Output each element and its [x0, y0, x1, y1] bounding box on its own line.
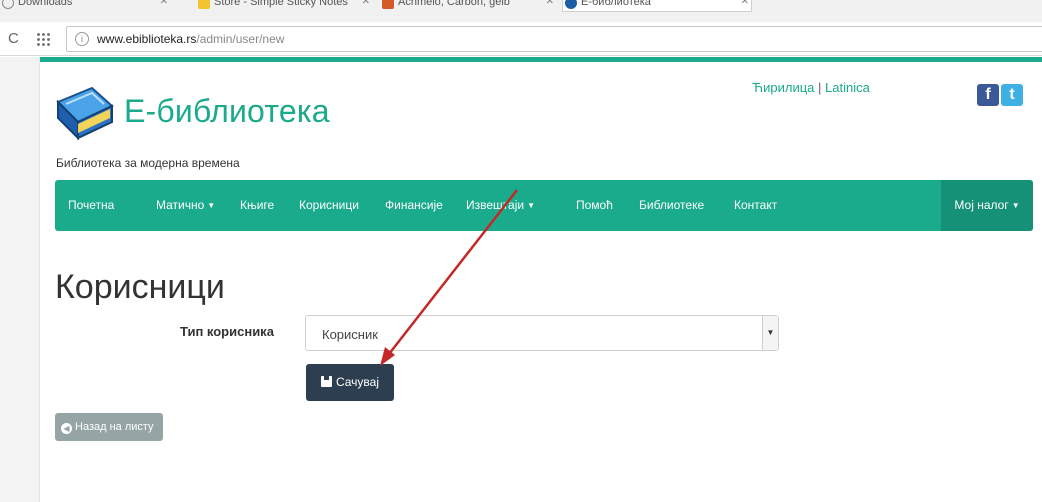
- browser-tab-sticky-notes[interactable]: Store - Simple Sticky Notes ✕: [196, 0, 372, 12]
- nav-label: Финансије: [385, 198, 443, 212]
- save-button-label: Сачувај: [335, 375, 380, 389]
- circle-arrow-left-icon: ◀: [61, 423, 72, 434]
- page-left-gutter: [0, 57, 40, 502]
- book-logo-icon: [56, 86, 114, 141]
- save-button[interactable]: Сачувај: [306, 364, 394, 401]
- url-host: www.ebiblioteka.rs: [97, 32, 197, 46]
- nav-item-home[interactable]: Почетна: [68, 180, 114, 231]
- nav-item-register[interactable]: Матично ▼: [156, 180, 215, 231]
- user-type-selected-value: Корисник: [322, 327, 378, 342]
- tab-label: Downloads: [18, 0, 73, 8]
- floppy-disk-icon: [320, 376, 332, 387]
- url-path: /admin/user/new: [196, 32, 285, 46]
- close-icon[interactable]: ✕: [362, 0, 370, 12]
- nav-item-reports[interactable]: Извештаји ▼: [466, 180, 535, 231]
- back-to-list-button[interactable]: ◀ Назад на листу: [55, 413, 163, 441]
- tab-label: Е-библиотека: [581, 0, 651, 8]
- close-icon[interactable]: ✕: [160, 0, 168, 12]
- nav-my-account[interactable]: Мој налог ▼: [941, 180, 1033, 231]
- nav-label: Корисници: [299, 198, 359, 212]
- nav-label: Контакт: [734, 198, 778, 212]
- facebook-icon[interactable]: f: [977, 84, 999, 106]
- site-tagline: Библиотека за модерна времена: [56, 156, 240, 170]
- lang-separator: |: [818, 80, 822, 95]
- site-title[interactable]: Е-библиотека: [124, 93, 330, 130]
- back-button-label: Назад на листу: [75, 421, 154, 433]
- page-title: Корисници: [55, 268, 225, 306]
- site-favicon-icon: [565, 0, 577, 9]
- url-text: www.ebiblioteka.rs/admin/user/new: [97, 32, 284, 46]
- nav-label: Почетна: [68, 198, 115, 212]
- lang-cyrillic-link[interactable]: Ћирилица: [752, 80, 814, 95]
- close-icon[interactable]: ✕: [741, 0, 749, 11]
- nav-label: Књиге: [240, 198, 275, 212]
- shop-icon: [382, 0, 394, 9]
- caret-down-icon: ▼: [527, 201, 535, 210]
- user-type-label: Тип корисника: [180, 324, 274, 339]
- browser-tab-downloads[interactable]: Downloads ✕: [0, 0, 170, 12]
- apps-grid-icon[interactable]: [36, 32, 50, 46]
- browser-address-bar: C i www.ebiblioteka.rs/admin/user/new: [0, 22, 1042, 56]
- nav-label: Помоћ: [576, 198, 613, 212]
- browser-tab-ebiblioteka[interactable]: Е-библиотека ✕: [562, 0, 752, 12]
- nav-item-libraries[interactable]: Библиотеке: [639, 180, 704, 231]
- main-navbar: Почетна Матично ▼ Књиге Корисници Финанси…: [55, 180, 1033, 231]
- tab-label: Store - Simple Sticky Notes: [214, 0, 348, 8]
- browser-tabstrip: Downloads ✕ Store - Simple Sticky Notes …: [0, 0, 1042, 22]
- nav-item-finance[interactable]: Финансије: [385, 180, 443, 231]
- caret-down-icon: ▼: [207, 201, 216, 210]
- nav-label: Мој налог: [954, 198, 1009, 212]
- downloads-icon: [2, 0, 14, 9]
- select-dropdown-arrow-icon[interactable]: ▼: [762, 316, 778, 350]
- nav-label: Матично: [156, 198, 205, 212]
- twitter-icon[interactable]: t: [1001, 84, 1023, 106]
- nav-label: Библиотеке: [639, 198, 705, 212]
- browser-tab-shop[interactable]: Achmelo, Carbon, gelb ✕: [380, 0, 556, 12]
- sticky-note-icon: [198, 0, 210, 9]
- nav-item-contact[interactable]: Контакт: [734, 180, 777, 231]
- page-info-icon[interactable]: i: [75, 32, 89, 46]
- user-type-select[interactable]: Корисник ▼: [305, 315, 779, 351]
- nav-item-help[interactable]: Помоћ: [576, 180, 613, 231]
- close-icon[interactable]: ✕: [546, 0, 554, 12]
- nav-item-users[interactable]: Корисници: [299, 180, 359, 231]
- lang-latin-link[interactable]: Latinica: [825, 80, 870, 95]
- caret-down-icon: ▼: [1011, 201, 1020, 210]
- tab-label: Achmelo, Carbon, gelb: [398, 0, 510, 8]
- nav-label: Извештаји: [466, 198, 525, 212]
- reload-icon[interactable]: C: [8, 30, 19, 47]
- language-switcher: Ћирилица | Latinica: [752, 80, 870, 95]
- top-accent-bar: [40, 57, 1042, 62]
- url-input[interactable]: i www.ebiblioteka.rs/admin/user/new: [66, 26, 1042, 52]
- nav-item-books[interactable]: Књиге: [240, 180, 274, 231]
